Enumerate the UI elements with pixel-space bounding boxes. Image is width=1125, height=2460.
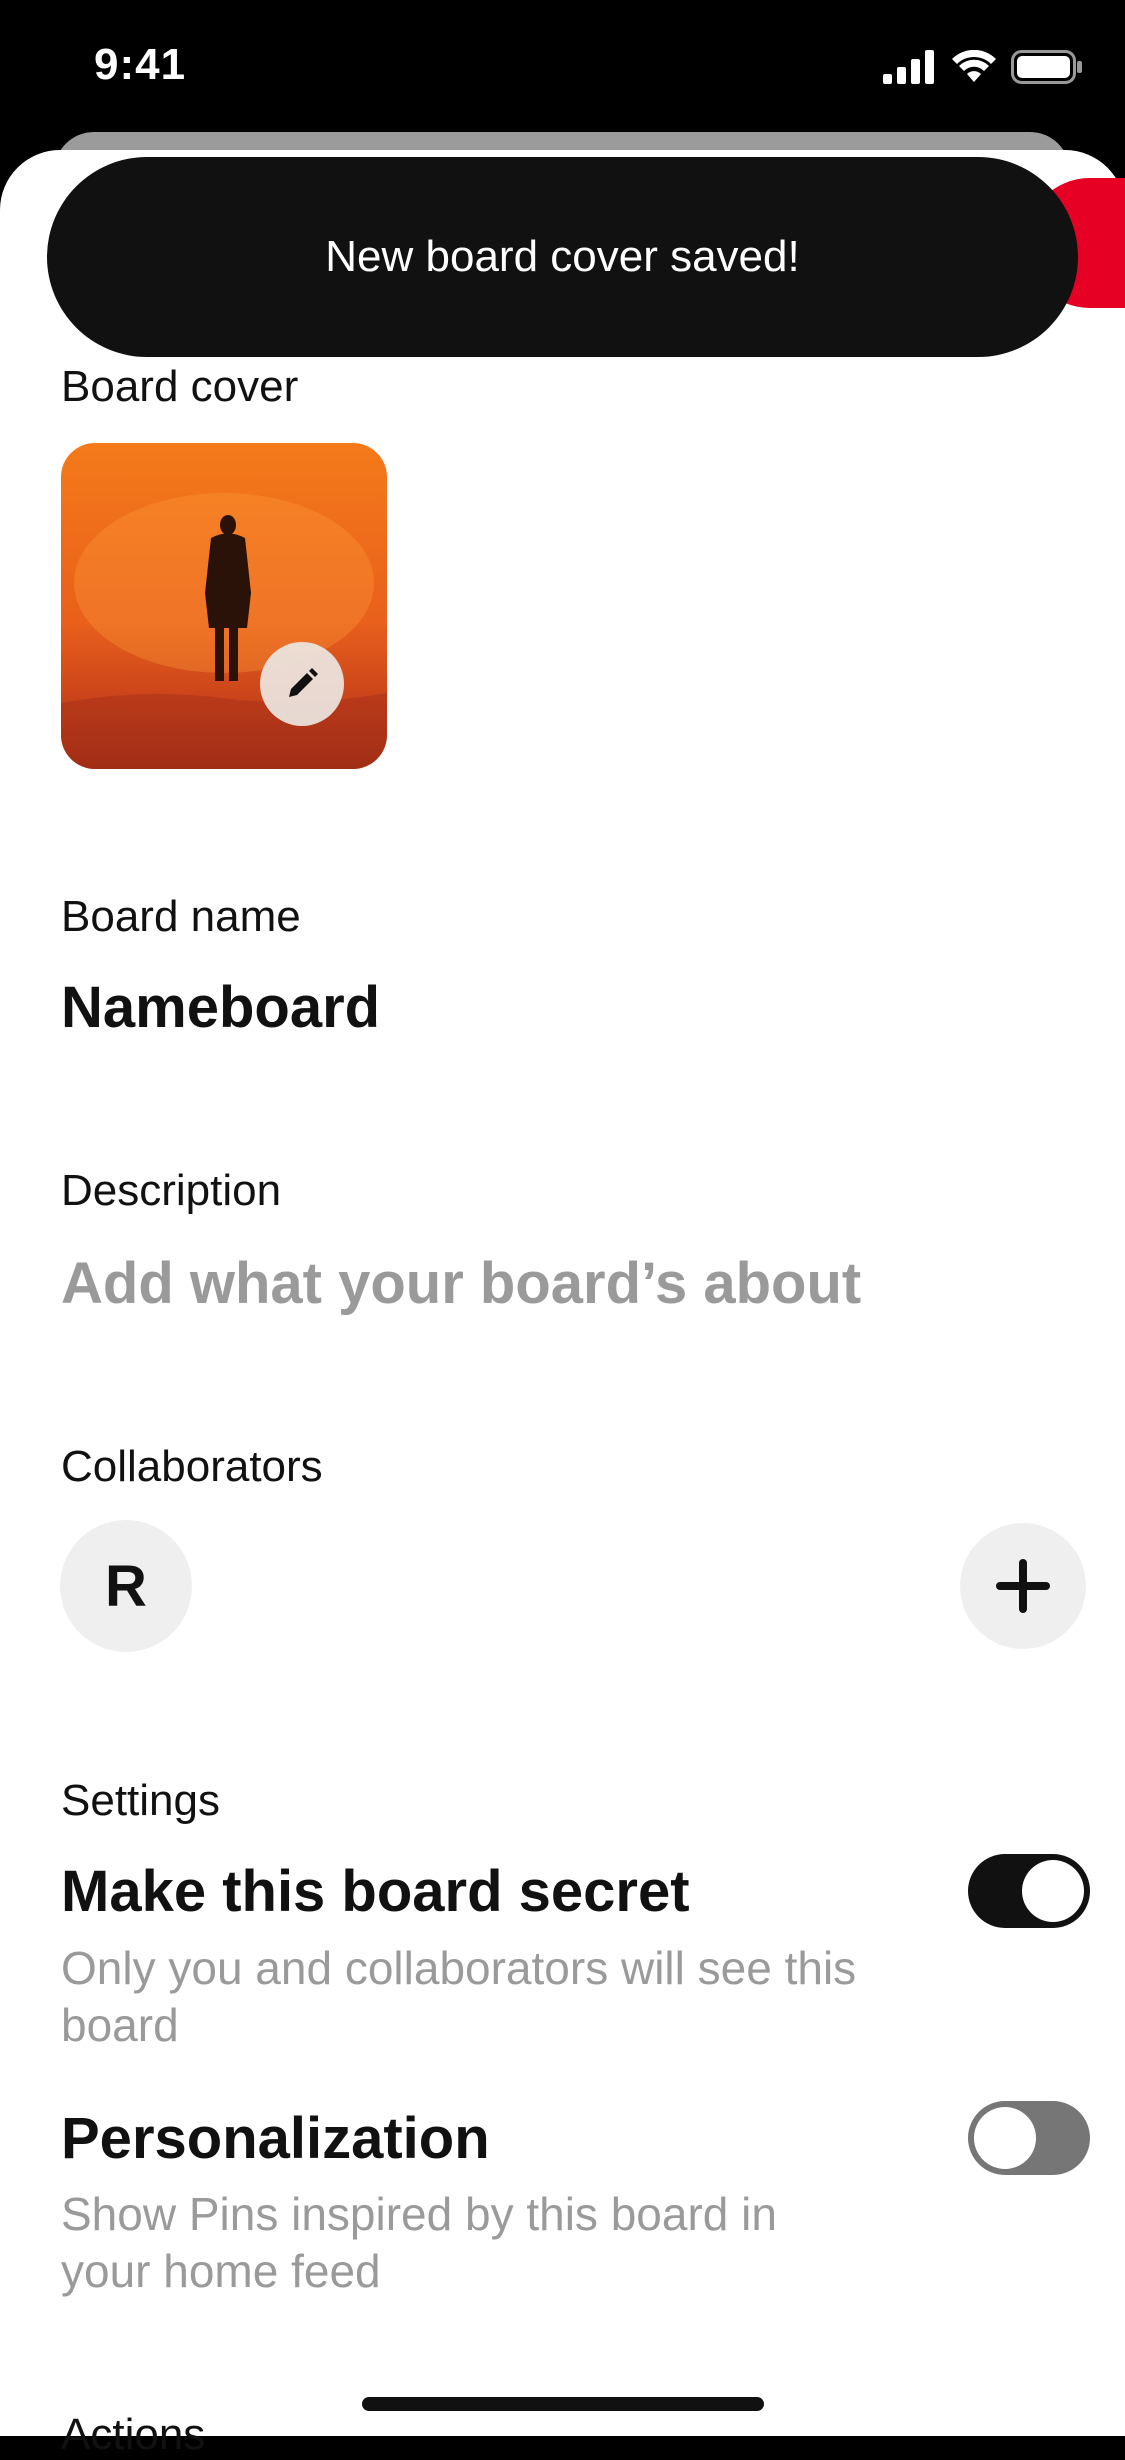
status-time: 9:41 [94, 40, 187, 89]
home-indicator [362, 2397, 764, 2411]
wifi-icon [952, 50, 996, 82]
board-name-label: Board name [61, 892, 301, 941]
collaborators-label: Collaborators [61, 1442, 323, 1491]
secret-setting-description: Only you and collaborators will see this… [61, 1942, 857, 2051]
board-cover-image[interactable] [61, 443, 387, 769]
actions-label: Actions [61, 2410, 206, 2459]
cellular-signal-icon [883, 50, 934, 84]
status-icons [883, 50, 1083, 84]
toast-message: New board cover saved! [325, 232, 800, 281]
toggle-knob [974, 2107, 1036, 2169]
plus-icon [996, 1559, 1050, 1613]
battery-icon [1011, 50, 1082, 84]
status-bar: 9:41 [0, 0, 1125, 135]
description-label: Description [61, 1166, 282, 1215]
toggle-knob [1022, 1860, 1084, 1922]
description-input[interactable]: Add what your board’s about [61, 1250, 861, 1317]
board-name-input[interactable]: Nameboard [61, 974, 380, 1041]
collaborator-avatar[interactable]: R [60, 1520, 192, 1652]
add-collaborator-button[interactable] [960, 1523, 1086, 1649]
secret-setting-title: Make this board secret [61, 1859, 690, 1924]
toast-notification: New board cover saved! [47, 157, 1078, 357]
personalization-setting-description: Show Pins inspired by this board in your… [61, 2188, 777, 2297]
personalization-toggle[interactable] [968, 2101, 1090, 2175]
personalization-setting-title: Personalization [61, 2106, 490, 2171]
cover-image [61, 443, 387, 769]
edit-cover-button[interactable] [260, 642, 344, 726]
pencil-icon [289, 668, 318, 697]
secret-toggle[interactable] [968, 1854, 1090, 1928]
board-cover-label: Board cover [61, 362, 299, 411]
settings-label: Settings [61, 1776, 220, 1825]
